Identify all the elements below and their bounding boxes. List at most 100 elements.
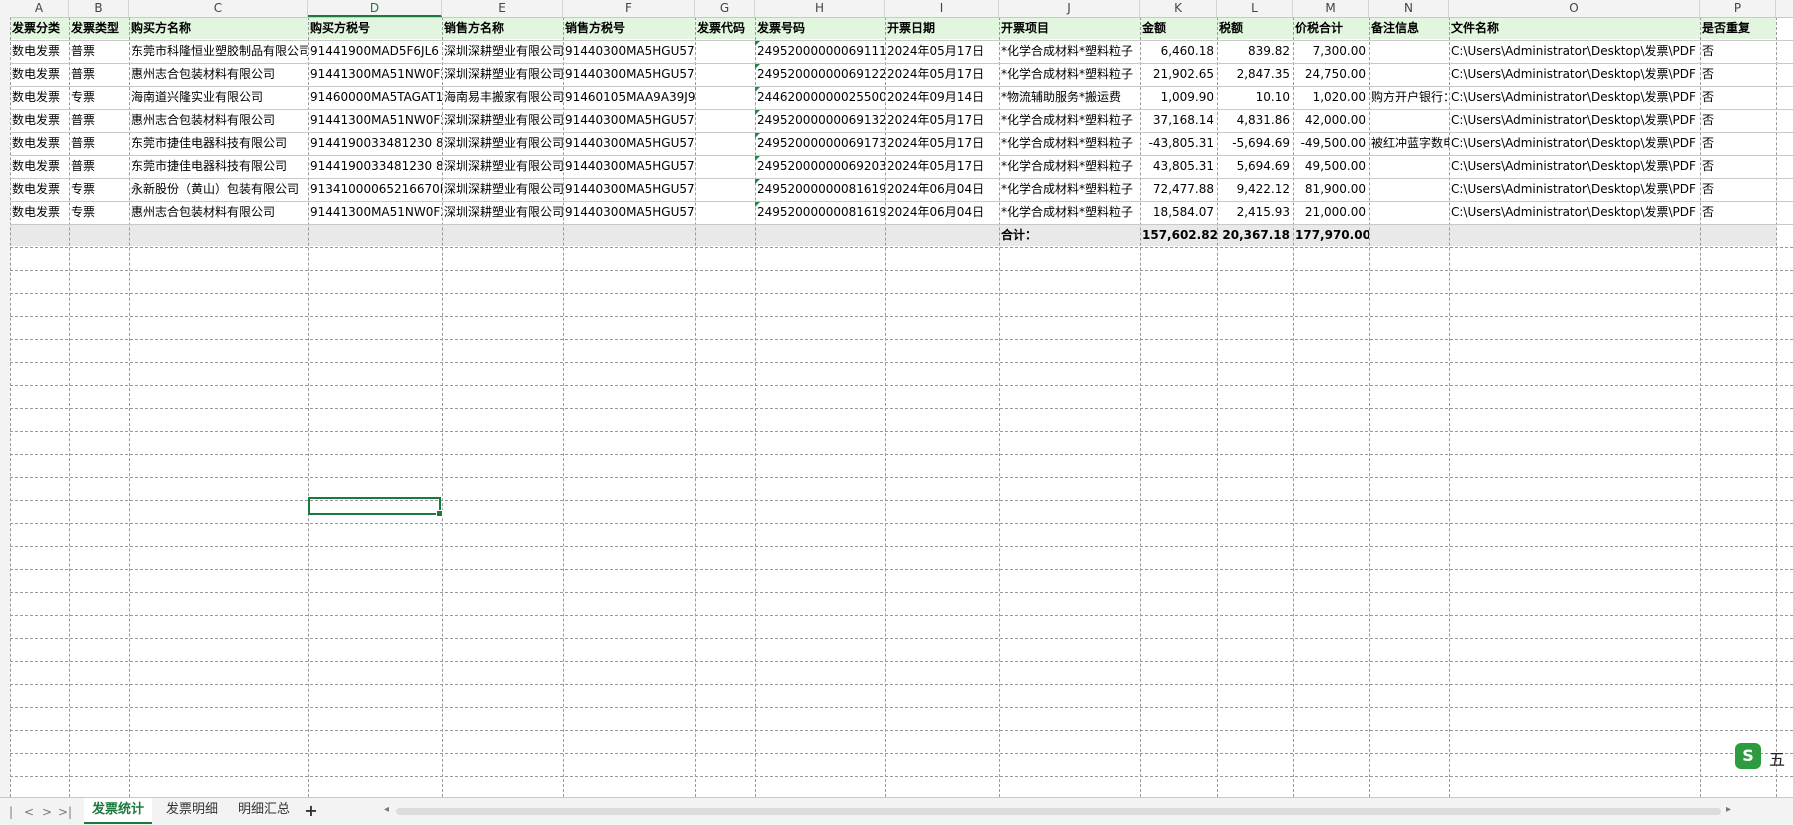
table-cell-date[interactable]: 2024年05月17日 xyxy=(885,109,999,131)
column-header-j[interactable]: J xyxy=(999,0,1140,17)
table-cell-tax[interactable]: 2,847.35 xyxy=(1217,63,1293,85)
table-cell-seller-tax[interactable]: 91440300MA5HGU57X xyxy=(563,40,695,62)
table-cell-seller[interactable]: 深圳深耕塑业有限公司 xyxy=(442,155,563,177)
column-header-n[interactable]: N xyxy=(1369,0,1449,17)
column-header-m[interactable]: M xyxy=(1293,0,1369,17)
table-cell-file[interactable]: C:\Users\Administrator\Desktop\发票\PDF xyxy=(1449,132,1700,154)
table-cell-buyer-tax[interactable]: 91341000065216670H xyxy=(308,178,442,200)
table-cell-buyer[interactable]: 东莞市捷佳电器科技有限公司 xyxy=(129,155,308,177)
table-cell-seller[interactable]: 深圳深耕塑业有限公司 xyxy=(442,132,563,154)
header-cell[interactable]: 发票分类 xyxy=(10,17,69,39)
summary-label[interactable]: 合计： xyxy=(999,224,1140,246)
scroll-right-icon[interactable]: ▸ xyxy=(1726,804,1731,815)
table-cell-seller-tax[interactable]: 91440300MA5HGU57X xyxy=(563,63,695,85)
table-cell-date[interactable]: 2024年06月04日 xyxy=(885,201,999,223)
table-cell-date[interactable]: 2024年09月14日 xyxy=(885,86,999,108)
table-cell-date[interactable]: 2024年05月17日 xyxy=(885,155,999,177)
table-cell-seller[interactable]: 深圳深耕塑业有限公司 xyxy=(442,178,563,200)
header-cell[interactable]: 购买方名称 xyxy=(129,17,308,39)
table-cell-total[interactable]: 1,020.00 xyxy=(1293,86,1369,108)
table-cell-dup[interactable]: 否 xyxy=(1700,40,1776,62)
table-cell-total[interactable]: 81,900.00 xyxy=(1293,178,1369,200)
table-cell-date[interactable]: 2024年05月17日 xyxy=(885,40,999,62)
tab-details-summary[interactable]: 明细汇总 xyxy=(230,798,298,822)
table-cell-seller-tax[interactable]: 91440300MA5HGU57X xyxy=(563,132,695,154)
table-cell-code[interactable] xyxy=(695,201,755,223)
table-cell-number[interactable]: 249520000000816198 xyxy=(755,201,885,223)
table-cell-seller-tax[interactable]: 91460105MAA9A39J9 xyxy=(563,86,695,108)
table-cell-cat[interactable]: 数电发票 xyxy=(10,109,69,131)
table-cell-date[interactable]: 2024年06月04日 xyxy=(885,178,999,200)
table-cell-type[interactable]: 普票 xyxy=(69,63,129,85)
table-cell-number[interactable]: 249520000000691223 xyxy=(755,63,885,85)
table-cell-number[interactable]: 244620000000255005 xyxy=(755,86,885,108)
header-cell[interactable]: 备注信息 xyxy=(1369,17,1449,39)
table-cell-amount[interactable]: 37,168.14 xyxy=(1140,109,1217,131)
table-cell-amount[interactable]: 18,584.07 xyxy=(1140,201,1217,223)
table-cell-amount[interactable]: 43,805.31 xyxy=(1140,155,1217,177)
table-cell-buyer[interactable]: 惠州志合包装材料有限公司 xyxy=(129,63,308,85)
table-cell-total[interactable]: 21,000.00 xyxy=(1293,201,1369,223)
table-cell-note[interactable] xyxy=(1369,109,1449,131)
table-cell-number[interactable]: 249520000000816197 xyxy=(755,178,885,200)
column-header-g[interactable]: G xyxy=(695,0,755,17)
table-cell-file[interactable]: C:\Users\Administrator\Desktop\发票\PDF xyxy=(1449,63,1700,85)
table-cell-note[interactable] xyxy=(1369,178,1449,200)
prev-sheet-button[interactable]: < xyxy=(22,804,36,820)
column-header-c[interactable]: C xyxy=(129,0,308,17)
table-cell-note[interactable] xyxy=(1369,63,1449,85)
table-cell-buyer-tax[interactable]: 9144190033481230 8F xyxy=(308,132,442,154)
table-cell-cat[interactable]: 数电发票 xyxy=(10,86,69,108)
table-cell-amount[interactable]: 1,009.90 xyxy=(1140,86,1217,108)
table-cell-seller[interactable]: 深圳深耕塑业有限公司 xyxy=(442,40,563,62)
table-cell-note[interactable] xyxy=(1369,40,1449,62)
table-cell-buyer[interactable]: 东莞市捷佳电器科技有限公司 xyxy=(129,132,308,154)
table-cell-file[interactable]: C:\Users\Administrator\Desktop\发票\PDF xyxy=(1449,155,1700,177)
table-cell-seller[interactable]: 深圳深耕塑业有限公司 xyxy=(442,109,563,131)
table-cell-code[interactable] xyxy=(695,63,755,85)
table-cell-file[interactable]: C:\Users\Administrator\Desktop\发票\PDF xyxy=(1449,178,1700,200)
table-cell-file[interactable]: C:\Users\Administrator\Desktop\发票\PDF xyxy=(1449,40,1700,62)
table-cell-seller-tax[interactable]: 91440300MA5HGU57X xyxy=(563,155,695,177)
table-cell-cat[interactable]: 数电发票 xyxy=(10,201,69,223)
table-cell-tax[interactable]: 4,831.86 xyxy=(1217,109,1293,131)
table-cell-type[interactable]: 普票 xyxy=(69,40,129,62)
table-cell-tax[interactable]: 839.82 xyxy=(1217,40,1293,62)
header-cell[interactable]: 发票代码 xyxy=(695,17,755,39)
table-cell-type[interactable]: 专票 xyxy=(69,178,129,200)
table-cell-tax[interactable]: 5,694.69 xyxy=(1217,155,1293,177)
table-cell-number[interactable]: 249520000000691113 xyxy=(755,40,885,62)
table-cell-seller-tax[interactable]: 91440300MA5HGU57X xyxy=(563,201,695,223)
table-cell-cat[interactable]: 数电发票 xyxy=(10,132,69,154)
column-header-b[interactable]: B xyxy=(69,0,129,17)
table-cell-seller-tax[interactable]: 91440300MA5HGU57X xyxy=(563,109,695,131)
table-cell-number[interactable]: 249520000000692037 xyxy=(755,155,885,177)
table-cell-total[interactable]: -49,500.00 xyxy=(1293,132,1369,154)
table-cell-number[interactable]: 249520000000691735 xyxy=(755,132,885,154)
summary-amount[interactable]: 157,602.82 xyxy=(1140,224,1217,246)
column-header-i[interactable]: I xyxy=(885,0,999,17)
first-sheet-button[interactable]: |< xyxy=(4,804,18,825)
table-cell-date[interactable]: 2024年05月17日 xyxy=(885,63,999,85)
table-cell-code[interactable] xyxy=(695,178,755,200)
table-cell-total[interactable]: 42,000.00 xyxy=(1293,109,1369,131)
table-cell-dup[interactable]: 否 xyxy=(1700,86,1776,108)
table-cell-amount[interactable]: -43,805.31 xyxy=(1140,132,1217,154)
table-cell-seller[interactable]: 深圳深耕塑业有限公司 xyxy=(442,201,563,223)
table-cell-type[interactable]: 普票 xyxy=(69,132,129,154)
column-header-o[interactable]: O xyxy=(1449,0,1700,17)
next-sheet-button[interactable]: > xyxy=(40,804,54,820)
column-header-e[interactable]: E xyxy=(442,0,563,17)
header-cell[interactable]: 是否重复 xyxy=(1700,17,1776,39)
table-cell-total[interactable]: 7,300.00 xyxy=(1293,40,1369,62)
table-cell-number[interactable]: 249520000000691323 xyxy=(755,109,885,131)
table-cell-code[interactable] xyxy=(695,109,755,131)
table-cell-buyer[interactable]: 永新股份（黄山）包装有限公司 xyxy=(129,178,308,200)
table-cell-item[interactable]: *化学合成材料*塑料粒子 xyxy=(999,201,1140,223)
table-cell-dup[interactable]: 否 xyxy=(1700,178,1776,200)
table-cell-code[interactable] xyxy=(695,132,755,154)
table-cell-buyer-tax[interactable]: 91441300MA51NW0F2 xyxy=(308,201,442,223)
column-header-d[interactable]: D xyxy=(308,0,442,17)
column-header-p[interactable]: P xyxy=(1700,0,1776,17)
table-cell-file[interactable]: C:\Users\Administrator\Desktop\发票\PDF xyxy=(1449,109,1700,131)
